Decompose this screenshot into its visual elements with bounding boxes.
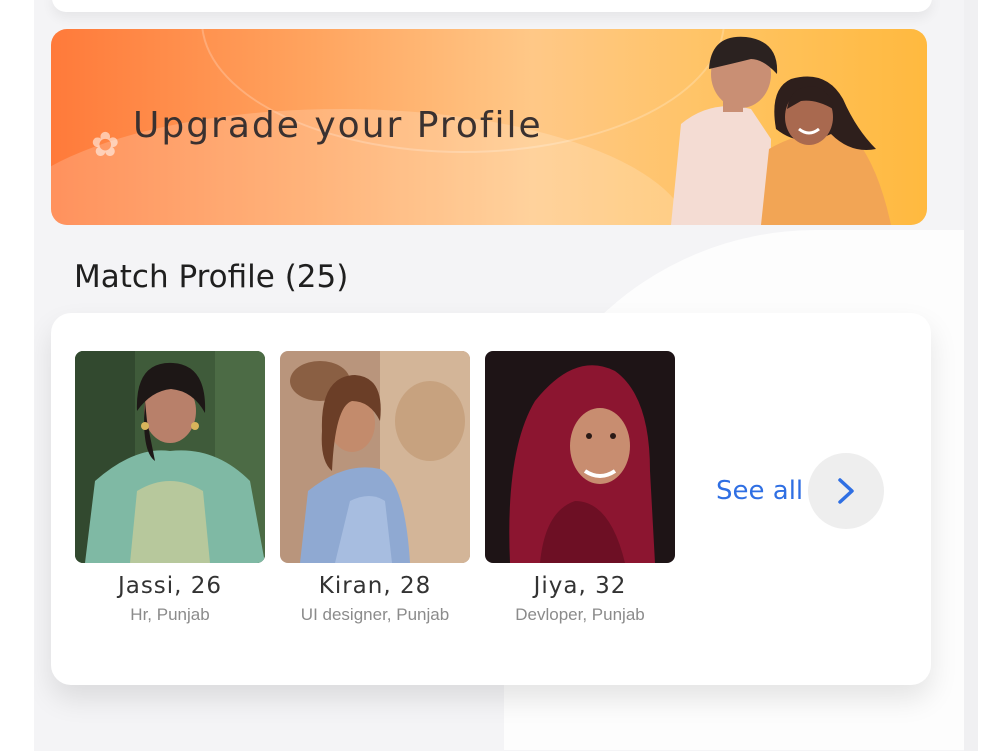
- profile-card-kiran[interactable]: Kiran, 28 UI designer, Punjab: [280, 351, 470, 625]
- match-profile-heading: Match Profile (25): [74, 259, 349, 295]
- chevron-right-icon: [838, 478, 854, 504]
- see-all-button[interactable]: [808, 453, 884, 529]
- profile-photo-jassi: [75, 351, 265, 563]
- profile-card-jiya[interactable]: Jiya, 32 Devloper, Punjab: [485, 351, 675, 625]
- profile-meta: Hr, Punjab: [130, 605, 210, 624]
- profile-meta: UI designer, Punjab: [300, 605, 450, 624]
- app-screen: ✿ Upgrade your Profile Match Profile (25…: [34, 0, 964, 751]
- profile-photo-kiran: [280, 351, 470, 563]
- previous-card: [52, 0, 932, 12]
- match-profile-card: Jassi, 26 Hr, Punjab Kiran, 28 UI design…: [51, 313, 931, 685]
- profile-photo: [280, 351, 470, 563]
- profile-photo: [75, 351, 265, 563]
- screen-edge: [964, 0, 978, 751]
- profile-name: Kiran, 28: [318, 573, 432, 599]
- profile-meta: Devloper, Punjab: [515, 605, 645, 624]
- profile-photo-jiya: [485, 351, 675, 563]
- see-all-link[interactable]: See all: [716, 476, 803, 506]
- profile-photo: [485, 351, 675, 563]
- profile-name: Jiya, 32: [533, 573, 627, 599]
- profile-name: Jassi, 26: [117, 573, 223, 599]
- banner-title: Upgrade your Profile: [133, 105, 543, 146]
- upgrade-profile-banner[interactable]: ✿ Upgrade your Profile: [51, 29, 927, 225]
- flower-icon: ✿: [91, 126, 120, 164]
- profile-card-jassi[interactable]: Jassi, 26 Hr, Punjab: [75, 351, 265, 625]
- couple-illustration: [671, 36, 891, 225]
